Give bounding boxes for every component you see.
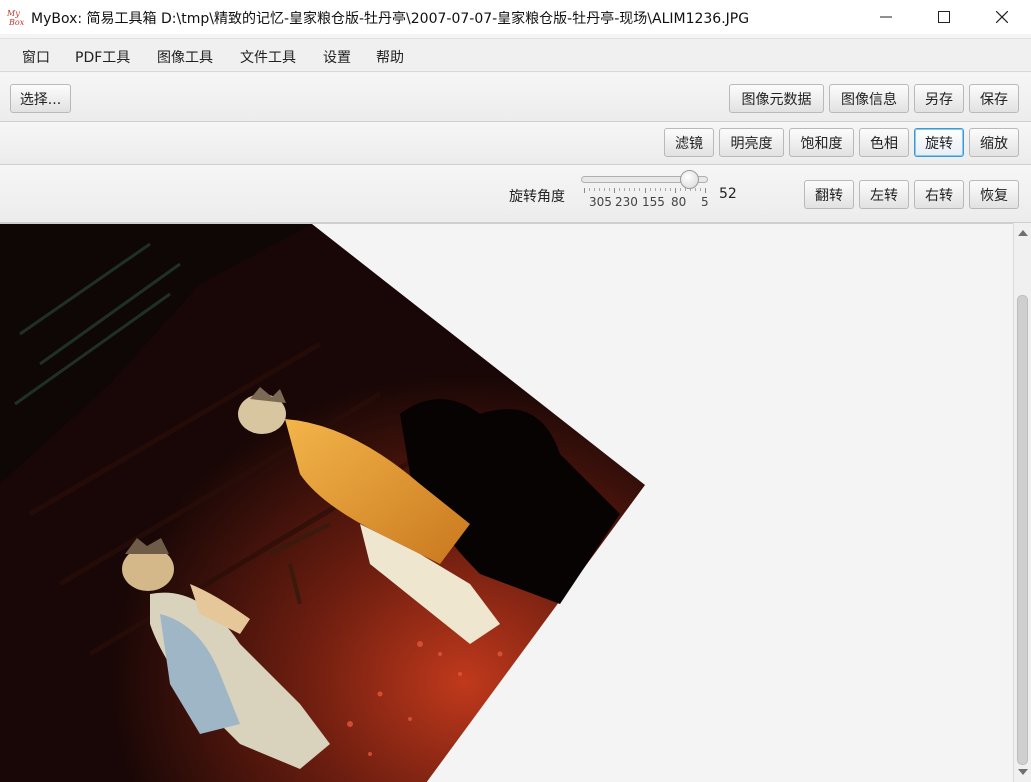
slider-tick (604, 188, 606, 191)
tick-label: 5 (701, 195, 709, 209)
rotate-angle-value: 52 (719, 186, 737, 202)
slider-tick (664, 188, 666, 191)
slider-tick-labels: 305 230 155 80 5 (584, 195, 724, 211)
slider-tick (694, 188, 696, 191)
slider-tick (599, 188, 601, 191)
flip-button[interactable]: 翻转 (804, 180, 854, 209)
image-canvas[interactable] (0, 223, 1013, 782)
mybox-logo-icon: My Box (6, 9, 25, 27)
slider-tick (639, 188, 641, 191)
slider-tick (634, 188, 636, 191)
menu-file-tools[interactable]: 文件工具 (240, 47, 296, 67)
tick-label: 230 (615, 195, 638, 209)
title-bar: My Box MyBox: 简易工具箱 D:\tmp\精致的记忆-皇家粮仓版-牡… (0, 0, 1031, 34)
slider-tick (699, 188, 701, 191)
rotate-angle-label: 旋转角度 (509, 189, 565, 205)
scroll-down-icon[interactable] (1018, 769, 1028, 775)
select-file-button[interactable]: 选择... (10, 84, 71, 113)
maximize-button[interactable] (915, 0, 973, 34)
vertical-scrollbar[interactable] (1013, 223, 1031, 782)
menu-settings[interactable]: 设置 (323, 47, 351, 67)
menu-help[interactable]: 帮助 (376, 47, 404, 67)
tab-saturation[interactable]: 饱和度 (789, 128, 854, 157)
rotated-stage-photo (0, 224, 645, 782)
slider-tick (659, 188, 661, 191)
slider-tick (669, 188, 671, 191)
menu-window[interactable]: 窗口 (22, 47, 50, 67)
rotate-left-button[interactable]: 左转 (859, 180, 909, 209)
slider-tick (629, 188, 631, 191)
slider-tick (679, 188, 681, 191)
rotate-angle-slider-thumb[interactable] (680, 170, 700, 189)
menu-bar: 窗口 PDF工具 图像工具 文件工具 设置 帮助 (0, 38, 1031, 72)
save-button[interactable]: 保存 (969, 84, 1019, 113)
slider-tick (649, 188, 651, 191)
image-info-button[interactable]: 图像信息 (829, 84, 909, 113)
slider-tick (644, 188, 646, 193)
tick-label: 155 (642, 195, 665, 209)
close-button[interactable] (973, 0, 1031, 34)
minimize-button[interactable] (857, 0, 915, 34)
scrollbar-thumb[interactable] (1017, 295, 1028, 765)
menu-pdf-tools[interactable]: PDF工具 (75, 47, 130, 67)
slider-tick (654, 188, 656, 191)
slider-tick (619, 188, 621, 191)
slider-tick (674, 188, 676, 193)
file-toolbar: 选择... 图像元数据 图像信息 另存 保存 (0, 74, 1031, 122)
slider-tick (594, 188, 596, 191)
tab-scale[interactable]: 缩放 (969, 128, 1019, 157)
slider-tick (614, 188, 616, 193)
slider-tick (609, 188, 611, 191)
scroll-up-icon[interactable] (1018, 230, 1028, 236)
rotate-right-button[interactable]: 右转 (914, 180, 964, 209)
svg-text:My: My (6, 9, 20, 18)
tab-rotate[interactable]: 旋转 (914, 128, 964, 157)
slider-tick (589, 188, 591, 191)
restore-button[interactable]: 恢复 (969, 180, 1019, 209)
tools-toolbar: 滤镜 明亮度 饱和度 色相 旋转 缩放 (0, 122, 1031, 165)
save-as-button[interactable]: 另存 (914, 84, 964, 113)
slider-tick (624, 188, 626, 191)
slider-tick (705, 188, 706, 193)
minimize-icon (880, 16, 892, 18)
tab-brightness[interactable]: 明亮度 (719, 128, 784, 157)
tab-filter[interactable]: 滤镜 (664, 128, 714, 157)
maximize-icon (938, 11, 950, 23)
slider-tick (584, 188, 585, 193)
tab-hue[interactable]: 色相 (859, 128, 909, 157)
menu-image-tools[interactable]: 图像工具 (157, 47, 213, 67)
window-title: MyBox: 简易工具箱 D:\tmp\精致的记忆-皇家粮仓版-牡丹亭\2007… (31, 11, 750, 27)
svg-text:Box: Box (8, 18, 25, 27)
close-icon (996, 11, 1008, 23)
image-metadata-button[interactable]: 图像元数据 (729, 84, 824, 113)
tick-label: 80 (671, 195, 687, 209)
tick-label: 305 (589, 195, 612, 209)
rotate-panel: 旋转角度 305 230 155 80 5 52 翻转 左转 右转 恢复 (0, 165, 1031, 223)
